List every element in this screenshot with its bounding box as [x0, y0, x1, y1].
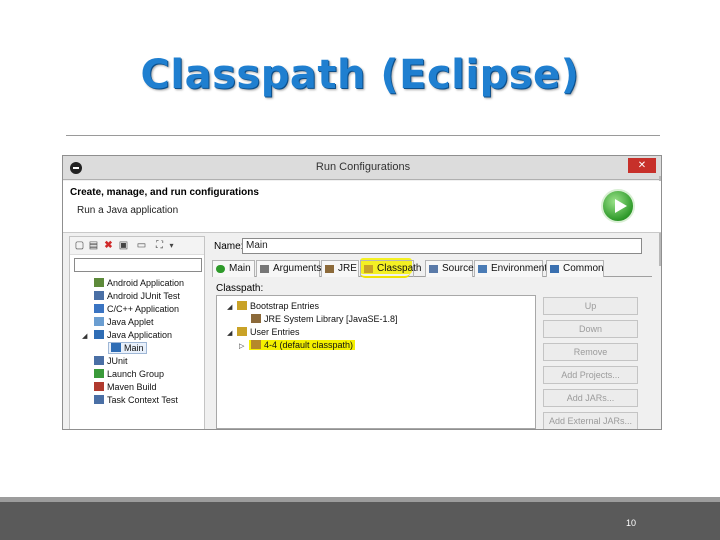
configuration-editor: Name: Main Main Arguments JRE Classpath …: [210, 236, 660, 429]
title-divider: [66, 135, 660, 136]
window-title: Run Configurations: [315, 161, 411, 173]
tab-classpath[interactable]: Classpath: [360, 260, 421, 277]
main-tab-icon: [216, 265, 225, 273]
config-tabs: Main Arguments JRE Classpath Source Envi…: [212, 258, 652, 278]
header-title: Create, manage, and run configurations: [70, 187, 259, 198]
common-tab-icon: [550, 265, 559, 273]
tree-item-android-junit-test[interactable]: Android JUnit Test: [94, 291, 180, 301]
filter-icon[interactable]: ⛶: [154, 240, 165, 251]
expand-user-entries-icon[interactable]: ◢: [227, 329, 232, 337]
down-button[interactable]: Down: [543, 320, 638, 338]
remove-button[interactable]: Remove: [543, 343, 638, 361]
run-icon: [601, 189, 635, 223]
environment-tab-icon: [478, 265, 487, 273]
collapse-all-icon[interactable]: ▭: [136, 240, 147, 251]
arguments-tab-icon: [260, 265, 269, 273]
library-icon: [251, 314, 261, 323]
jre-tab-icon: [325, 265, 334, 273]
left-toolbar: ▢ ▤ ✖ ▣ ▭ ⛶ ▾: [70, 237, 204, 255]
footer-bar: [0, 497, 720, 540]
close-button[interactable]: ✕: [628, 158, 656, 173]
launch-group-icon: [94, 369, 104, 378]
duplicate-config-icon[interactable]: ▣: [118, 240, 129, 251]
classpath-entries-icon: [237, 327, 247, 336]
name-field[interactable]: Main: [242, 238, 642, 254]
java-app-icon: [94, 330, 104, 339]
add-jars-button[interactable]: Add JARs...: [543, 389, 638, 407]
tree-item-maven-build[interactable]: Maven Build: [94, 382, 157, 392]
filter-dropdown-icon[interactable]: ▾: [166, 240, 177, 251]
dialog-header: Create, manage, and run configurations R…: [63, 181, 661, 233]
task-context-icon: [94, 395, 104, 404]
cp-item-default-classpath[interactable]: 4-4 (default classpath): [249, 340, 356, 350]
classpath-entries-icon: [237, 301, 247, 310]
run-configurations-dialog: Run Configurations ✕ Create, manage, and…: [62, 155, 662, 430]
add-external-jars-button[interactable]: Add External JARs...: [543, 412, 638, 429]
maven-icon: [94, 382, 104, 391]
name-label: Name:: [214, 241, 244, 252]
source-tab-icon: [429, 265, 438, 273]
cp-item-bootstrap-entries[interactable]: Bootstrap Entries: [237, 301, 319, 311]
window-titlebar: Run Configurations ✕: [63, 156, 661, 180]
tab-arguments[interactable]: Arguments: [256, 260, 321, 277]
classpath-tab-icon: [364, 265, 373, 273]
tab-source[interactable]: Source: [425, 260, 474, 277]
delete-config-icon[interactable]: ✖: [103, 240, 114, 251]
tab-environment[interactable]: Environment: [474, 260, 547, 277]
android-app-icon: [94, 278, 104, 287]
applet-icon: [94, 317, 104, 326]
expand-bootstrap-icon[interactable]: ◢: [227, 303, 232, 311]
export-config-icon[interactable]: ▤: [88, 240, 99, 251]
expand-default-classpath-icon[interactable]: ▷: [239, 342, 244, 350]
junit-icon: [94, 291, 104, 300]
filter-input[interactable]: [74, 258, 202, 272]
expand-java-application-icon[interactable]: ◢: [82, 332, 87, 340]
new-config-icon[interactable]: ▢: [74, 240, 85, 251]
up-button[interactable]: Up: [543, 297, 638, 315]
cp-item-jre-system-library[interactable]: JRE System Library [JavaSE-1.8]: [251, 314, 398, 324]
tab-main[interactable]: Main: [212, 260, 255, 277]
java-config-icon: [111, 343, 121, 352]
tab-common[interactable]: Common: [546, 260, 604, 277]
tree-item-cpp-application[interactable]: C/C++ Application: [94, 304, 179, 314]
tree-item-task-context-test[interactable]: Task Context Test: [94, 395, 178, 405]
tree-item-java-applet[interactable]: Java Applet: [94, 317, 154, 327]
classpath-label: Classpath:: [216, 283, 264, 294]
junit-icon: [94, 356, 104, 365]
project-folder-icon: [251, 340, 261, 349]
tab-jre[interactable]: JRE: [321, 260, 359, 277]
tree-item-android-application[interactable]: Android Application: [94, 278, 184, 288]
add-projects-button[interactable]: Add Projects...: [543, 366, 638, 384]
slide-title: Classpath (Eclipse): [140, 52, 580, 98]
tree-item-launch-group[interactable]: Launch Group: [94, 369, 164, 379]
header-subtitle: Run a Java application: [77, 205, 179, 216]
classpath-tree[interactable]: ◢ Bootstrap Entries JRE System Library […: [216, 295, 536, 429]
tree-item-junit[interactable]: JUnit: [94, 356, 128, 366]
configuration-tree-pane: ▢ ▤ ✖ ▣ ▭ ⛶ ▾ Android Application Androi…: [69, 236, 205, 429]
tree-item-java-application[interactable]: Java Application: [94, 330, 172, 340]
page-number: 10: [625, 518, 636, 528]
c-app-icon: [94, 304, 104, 313]
tree-item-main[interactable]: Main: [108, 342, 147, 354]
cp-item-user-entries[interactable]: User Entries: [237, 327, 300, 337]
